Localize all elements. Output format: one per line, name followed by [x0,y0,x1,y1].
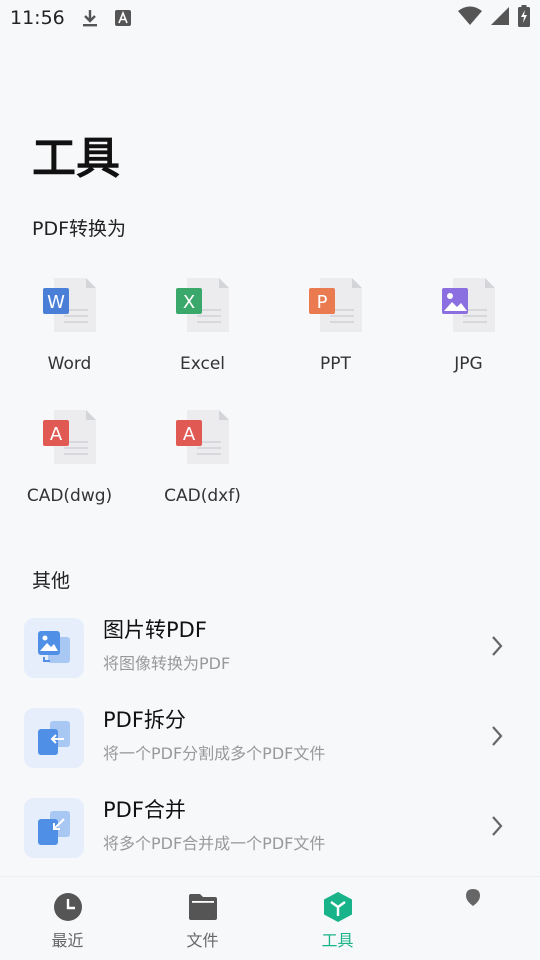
section-label-conversion: PDF转换为 [32,218,127,240]
tool-subtitle-pdf-split: 将一个PDF分割成多个PDF文件 [103,744,326,763]
tab-recent[interactable]: 最近 [0,877,135,960]
tool-title-pdf-split: PDF拆分 [103,708,186,732]
tab-label-recent: 最近 [51,931,84,950]
chevron-right-icon [490,634,504,662]
image-to-pdf-icon [24,618,84,678]
font-a-icon [114,10,131,26]
tab-label-tools: 工具 [321,931,354,950]
convert-label-excel: Excel [179,354,226,374]
excel-doc-icon: X [175,276,231,334]
tool-image-to-pdf[interactable]: 图片转PDF 将图像转换为PDF [0,606,540,692]
convert-to-cad-dwg-button[interactable]: A CAD(dwg) [3,400,136,520]
tab-files[interactable]: 文件 [135,877,270,960]
convert-label-word: Word [47,354,92,374]
convert-label-cad-dwg: CAD(dwg) [26,486,113,506]
cad-dwg-doc-icon: A [42,408,98,466]
chevron-right-icon [490,724,504,752]
section-label-other: 其他 [32,570,71,592]
cad-dxf-doc-icon: A [175,408,231,466]
svg-text:A: A [49,424,62,445]
convert-to-word-button[interactable]: W Word [3,268,136,388]
convert-to-cad-dxf-button[interactable]: A CAD(dxf) [136,400,269,520]
convert-label-cad-dxf: CAD(dxf) [164,486,241,506]
convert-to-jpg-button[interactable]: JPG [402,268,535,388]
ppt-doc-icon: P [308,276,364,334]
page-title: 工具 [32,133,120,184]
tools-cube-icon [323,891,353,923]
folder-icon [188,891,218,923]
svg-text:A: A [182,424,195,445]
convert-to-excel-button[interactable]: X Excel [136,268,269,388]
clock-icon [53,891,83,923]
tool-subtitle-image-to-pdf: 将图像转换为PDF [103,654,231,673]
wifi-icon [458,6,482,30]
battery-charging-icon [518,5,530,31]
svg-text:X: X [182,292,194,313]
signal-icon [490,6,510,30]
svg-text:W: W [47,292,65,313]
status-time: 11:56 [10,7,65,29]
convert-label-jpg: JPG [454,354,483,374]
tool-pdf-merge[interactable]: PDF合并 将多个PDF合并成一个PDF文件 [0,786,540,872]
word-doc-icon: W [42,276,98,334]
tab-profile[interactable] [405,877,540,960]
pdf-split-icon [24,708,84,768]
pdf-merge-icon [24,798,84,858]
svg-text:P: P [316,292,327,313]
tool-pdf-split[interactable]: PDF拆分 将一个PDF分割成多个PDF文件 [0,696,540,782]
profile-icon [463,881,483,913]
tool-title-pdf-merge: PDF合并 [103,798,186,822]
tab-tools[interactable]: 工具 [270,877,405,960]
tab-label-files: 文件 [186,931,219,950]
bottom-tab-bar: 最近 文件 工具 [0,876,540,960]
tool-title-image-to-pdf: 图片转PDF [103,618,207,642]
jpg-image-icon [441,276,497,334]
tool-subtitle-pdf-merge: 将多个PDF合并成一个PDF文件 [103,834,326,853]
convert-to-ppt-button[interactable]: P PPT [269,268,402,388]
convert-label-ppt: PPT [320,354,351,374]
status-bar: 11:56 [0,0,540,36]
download-icon [81,8,99,28]
chevron-right-icon [490,814,504,842]
